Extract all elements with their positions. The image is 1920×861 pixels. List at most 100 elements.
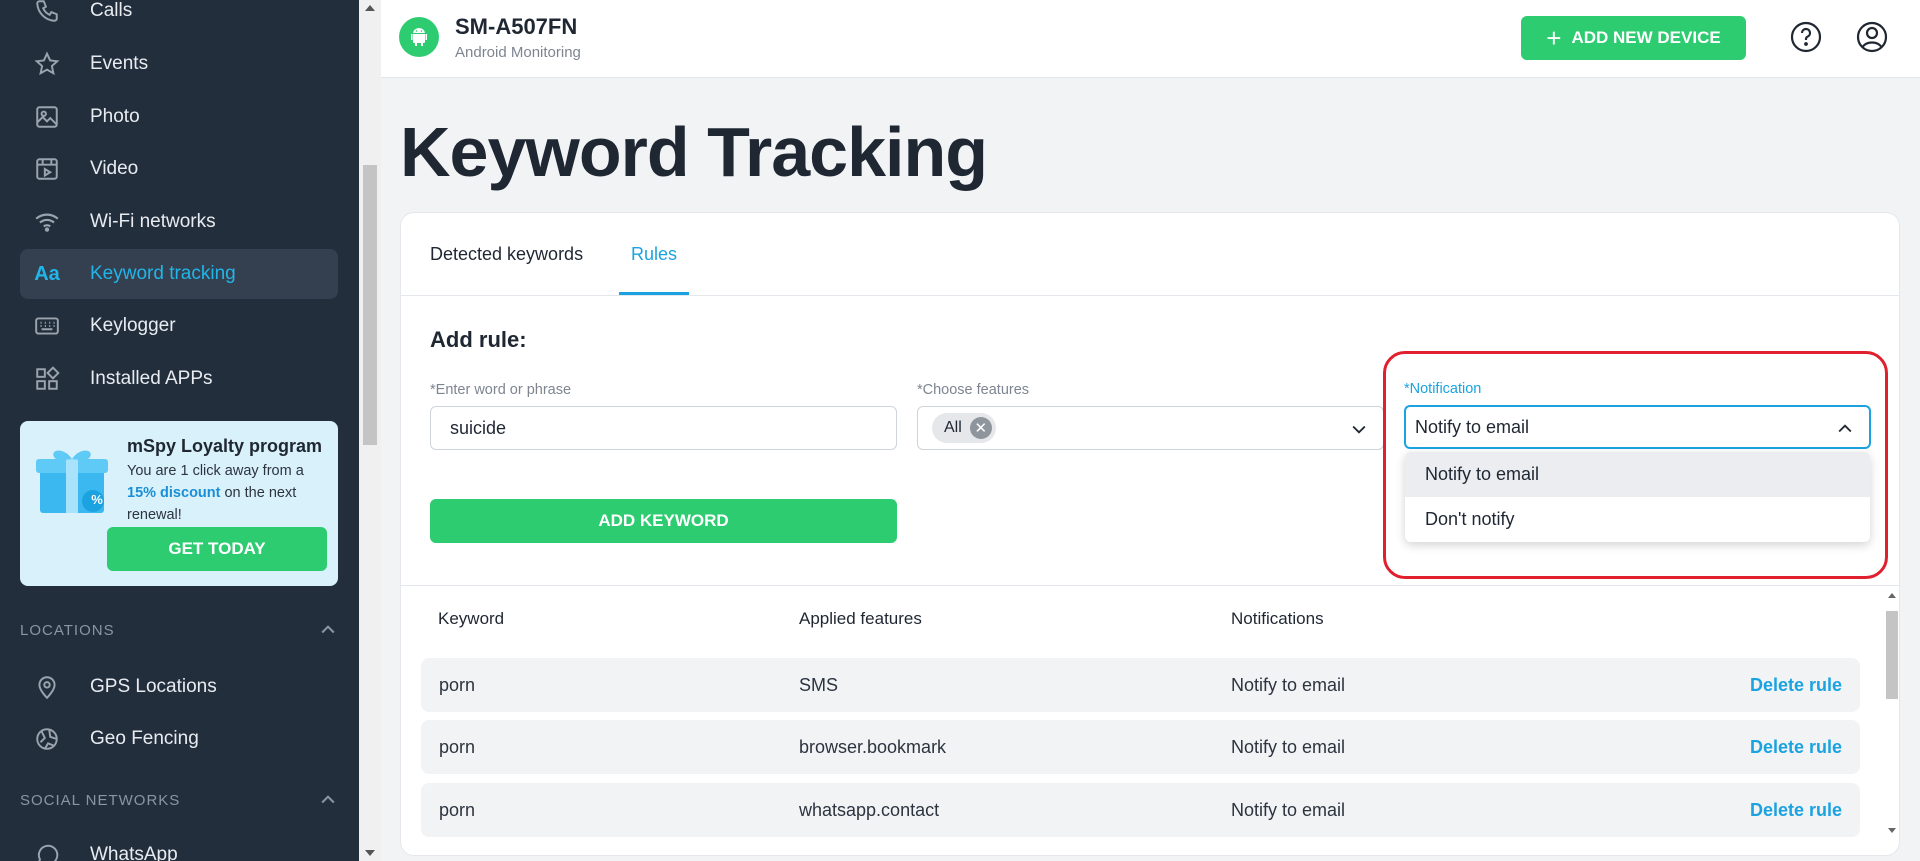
keyword-cell: porn	[439, 736, 476, 757]
image-icon	[32, 102, 62, 132]
word-field-label: *Enter word or phrase	[430, 382, 572, 398]
account-icon[interactable]	[1855, 20, 1889, 54]
sidebar-item-video[interactable]: Video	[20, 144, 338, 194]
features-field-label: *Choose features	[917, 382, 1030, 398]
top-header: SM-A507FN Android Monitoring + ADD NEW D…	[381, 0, 1920, 78]
whatsapp-icon	[32, 840, 62, 861]
android-icon	[411, 28, 427, 46]
wifi-icon	[32, 207, 62, 237]
sidebar-item-keylogger[interactable]: Keylogger	[20, 301, 338, 351]
geo-fencing-icon	[32, 724, 62, 754]
device-name[interactable]: SM-A507FN	[455, 14, 577, 40]
promo-discount: 15% discount	[127, 485, 221, 501]
video-icon	[32, 154, 62, 184]
table-row: porn SMS Notify to email Delete rule	[421, 658, 1860, 712]
sidebar-item-label: Keylogger	[90, 315, 176, 336]
keyword-input[interactable]: suicide	[430, 406, 897, 450]
scrollbar-thumb[interactable]	[363, 165, 377, 445]
keyword-icon: Aa	[34, 262, 60, 285]
notification-select[interactable]: Notify to email	[1404, 405, 1871, 449]
social-networks-section-header[interactable]: SOCIAL NETWORKS	[20, 785, 338, 815]
scroll-down-arrow[interactable]	[365, 850, 375, 856]
chevron-down-icon	[1352, 425, 1366, 434]
sidebar-item-label: Geo Fencing	[90, 728, 199, 749]
sidebar-item-calls[interactable]: Calls	[20, 0, 338, 36]
tabs-divider	[401, 295, 1899, 296]
sidebar-item-label: Wi-Fi networks	[90, 211, 216, 232]
scroll-up-arrow[interactable]	[1888, 593, 1896, 598]
notification-cell: Notify to email	[1231, 736, 1346, 757]
notification-cell: Notify to email	[1231, 674, 1346, 695]
promo-text: You are 1 click away from a 15% discount…	[127, 460, 327, 526]
gift-discount-badge: %	[91, 492, 103, 507]
features-cell: whatsapp.contact	[799, 799, 940, 820]
notification-dropdown-menu: Notify to email Don't notify	[1405, 452, 1870, 542]
sidebar-item-installed-apps[interactable]: Installed APPs	[20, 354, 338, 404]
column-header-notifications: Notifications	[1231, 609, 1324, 628]
promo-text-start: You are 1 click away from a	[127, 463, 304, 479]
section-title: SOCIAL NETWORKS	[20, 791, 181, 809]
tab-rules[interactable]: Rules	[619, 213, 690, 295]
add-new-device-button[interactable]: + ADD NEW DEVICE	[1521, 16, 1746, 60]
sidebar-item-events[interactable]: Events	[20, 39, 338, 89]
tab-rules-label: Rules	[631, 243, 678, 264]
delete-rule-link[interactable]: Delete rule	[1750, 720, 1842, 774]
sidebar-item-geo-fencing[interactable]: Geo Fencing	[20, 714, 338, 764]
sidebar-item-label: Installed APPs	[90, 368, 213, 389]
get-today-button[interactable]: GET TODAY	[107, 527, 327, 571]
plus-icon: +	[1546, 23, 1562, 53]
sidebar-item-label: WhatsApp	[90, 844, 178, 861]
scrollbar-thumb[interactable]	[1886, 611, 1898, 699]
sidebar-item-label: Calls	[90, 0, 133, 21]
chip-remove-icon[interactable]: ✕	[969, 417, 992, 439]
scroll-up-arrow[interactable]	[365, 5, 375, 11]
table-scrollbar[interactable]	[1883, 587, 1899, 835]
notification-select-value: Notify to email	[1415, 416, 1530, 437]
sidebar-item-label: Keyword tracking	[90, 263, 236, 284]
notification-cell: Notify to email	[1231, 799, 1346, 820]
locations-section-header[interactable]: LOCATIONS	[20, 615, 338, 645]
phone-icon	[32, 0, 62, 26]
keyword-input-value: suicide	[450, 417, 507, 438]
apps-icon	[32, 364, 62, 394]
scroll-down-arrow[interactable]	[1888, 828, 1896, 833]
sidebar-item-whatsapp[interactable]: WhatsApp	[20, 830, 338, 861]
features-select[interactable]: All ✕	[917, 406, 1384, 450]
option-dont-notify[interactable]: Don't notify	[1405, 497, 1870, 542]
keyboard-icon	[32, 311, 62, 341]
chevron-up-icon	[1838, 424, 1852, 433]
sidebar-item-label: Photo	[90, 106, 140, 127]
sidebar-item-photo[interactable]: Photo	[20, 92, 338, 142]
column-header-keyword: Keyword	[438, 609, 505, 628]
column-header-applied-features: Applied features	[799, 609, 922, 628]
tab-detected-keywords[interactable]: Detected keywords	[430, 213, 583, 295]
keyword-cell: porn	[439, 799, 476, 820]
sidebar-item-keyword-tracking[interactable]: Aa Keyword tracking	[20, 249, 338, 299]
help-icon[interactable]	[1789, 20, 1823, 54]
keyword-cell: porn	[439, 674, 476, 695]
sidebar-item-label: Video	[90, 158, 139, 179]
table-divider	[401, 585, 1899, 586]
chevron-up-icon	[321, 795, 335, 804]
promo-title: mSpy Loyalty program	[127, 436, 323, 456]
delete-rule-link[interactable]: Delete rule	[1750, 783, 1842, 837]
option-notify-to-email[interactable]: Notify to email	[1405, 452, 1870, 497]
sidebar-scrollbar[interactable]	[359, 0, 381, 861]
add-rule-heading: Add rule:	[430, 327, 527, 352]
add-new-device-label: ADD NEW DEVICE	[1571, 28, 1721, 47]
sidebar-item-wifi-networks[interactable]: Wi-Fi networks	[20, 197, 338, 247]
notification-field-label: *Notification	[1404, 381, 1482, 397]
delete-rule-link[interactable]: Delete rule	[1750, 658, 1842, 712]
section-title: LOCATIONS	[20, 621, 115, 639]
sidebar-item-gps-locations[interactable]: GPS Locations	[20, 662, 338, 712]
page-title: Keyword Tracking	[400, 113, 988, 191]
features-cell: SMS	[799, 674, 839, 695]
device-subtitle: Android Monitoring	[455, 44, 581, 61]
chip-label: All	[944, 419, 962, 436]
add-keyword-button[interactable]: ADD KEYWORD	[430, 499, 897, 543]
sidebar-item-label: Events	[90, 53, 149, 74]
location-pin-icon	[32, 672, 62, 702]
android-device-avatar	[399, 17, 439, 57]
table-row: porn browser.bookmark Notify to email De…	[421, 720, 1860, 774]
star-icon	[32, 49, 62, 79]
